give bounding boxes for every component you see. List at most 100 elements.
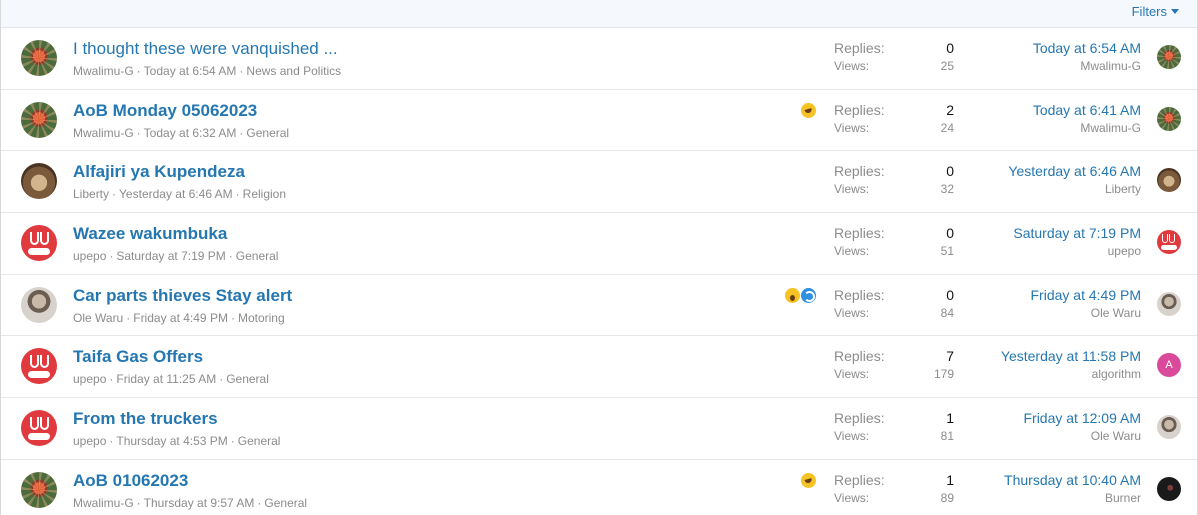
last-post-date-link[interactable]: Saturday at 7:19 PM: [1013, 225, 1141, 241]
thread-title-link[interactable]: AoB 01062023: [73, 471, 188, 491]
author-avatar[interactable]: [21, 348, 57, 385]
thread-start-date[interactable]: Yesterday at 6:46 AM: [119, 187, 233, 201]
thread-forum-link[interactable]: Religion: [243, 187, 286, 201]
last-poster-avatar[interactable]: [1157, 168, 1181, 193]
thread-start-date[interactable]: Friday at 11:25 AM: [116, 372, 216, 386]
meta-separator: ·: [235, 187, 240, 202]
thread-forum-link[interactable]: General: [226, 372, 269, 386]
thread-meta: upepo · Friday at 11:25 AM · General: [73, 372, 269, 386]
laugh-reaction-icon: [801, 472, 816, 488]
last-post-date-link[interactable]: Yesterday at 11:58 PM: [1001, 348, 1141, 364]
replies-label: Replies:: [834, 40, 885, 56]
author-avatar[interactable]: [21, 101, 57, 138]
thread-title-link[interactable]: From the truckers: [73, 409, 218, 429]
last-post-date-link[interactable]: Friday at 12:09 AM: [1023, 410, 1141, 426]
replies-count: 1: [946, 471, 954, 488]
thread-title-link[interactable]: AoB Monday 05062023: [73, 101, 257, 121]
thread-title-link[interactable]: I thought these were vanquished ...: [73, 39, 338, 59]
filters-button[interactable]: Filters: [1132, 4, 1179, 19]
thread-stats: Replies: 0 Views: 25: [834, 39, 954, 77]
thread-forum-link[interactable]: General: [264, 496, 307, 510]
views-stat: Views: 179: [834, 366, 954, 385]
last-poster-avatar[interactable]: [1157, 476, 1181, 501]
thread-forum-link[interactable]: News and Politics: [246, 64, 341, 78]
thread-author-link[interactable]: Ole Waru: [73, 311, 123, 325]
author-avatar[interactable]: [21, 40, 57, 76]
last-post-info: Yesterday at 6:46 AM Liberty: [1008, 162, 1141, 196]
author-avatar[interactable]: [21, 410, 57, 447]
author-avatar[interactable]: [21, 471, 57, 508]
replies-count: 0: [946, 225, 954, 242]
thread-title-link[interactable]: Taifa Gas Offers: [73, 347, 203, 367]
caret-down-icon: [1171, 9, 1179, 14]
last-post-date-link[interactable]: Today at 6:41 AM: [1033, 102, 1141, 118]
thread-meta: upepo · Saturday at 7:19 PM · General: [73, 249, 278, 263]
thread-author-link[interactable]: upepo: [73, 372, 106, 386]
last-poster-avatar[interactable]: A: [1157, 353, 1181, 378]
last-poster-link[interactable]: Ole Waru: [1023, 429, 1141, 443]
last-post-date-link[interactable]: Yesterday at 6:46 AM: [1008, 163, 1141, 179]
last-poster-link[interactable]: upepo: [1013, 244, 1141, 258]
thread-meta: Mwalimu-G · Today at 6:32 AM · General: [73, 126, 289, 140]
meta-separator: ·: [126, 310, 131, 325]
thread-author-link[interactable]: Mwalimu-G: [73, 126, 134, 140]
last-poster-link[interactable]: Liberty: [1008, 182, 1141, 196]
thread-title-link[interactable]: Alfajiri ya Kupendeza: [73, 162, 245, 182]
replies-stat: Replies: 1: [834, 409, 954, 428]
thread-forum-link[interactable]: General: [238, 434, 281, 448]
laugh-reaction-icon: [801, 102, 816, 118]
thread-stats: Replies: 2 Views: 24: [834, 101, 954, 139]
last-poster-avatar[interactable]: [1157, 106, 1181, 131]
last-post-date-link[interactable]: Friday at 4:49 PM: [1031, 287, 1142, 303]
meta-separator: ·: [257, 495, 262, 510]
replies-label: Replies:: [834, 348, 885, 365]
replies-label: Replies:: [834, 163, 885, 180]
views-label: Views:: [834, 120, 870, 135]
author-avatar[interactable]: [21, 286, 57, 323]
last-poster-link[interactable]: Burner: [1004, 491, 1141, 505]
last-poster-avatar[interactable]: [1157, 291, 1181, 316]
views-stat: Views: 24: [834, 120, 954, 139]
thread-author-link[interactable]: Liberty: [73, 187, 109, 201]
meta-separator: ·: [109, 372, 114, 387]
last-poster-link[interactable]: Mwalimu-G: [1033, 59, 1141, 73]
last-post-date-link[interactable]: Today at 6:54 AM: [1033, 40, 1141, 56]
last-poster-link[interactable]: Mwalimu-G: [1033, 121, 1141, 135]
thread-meta: Mwalimu-G · Today at 6:54 AM · News and Poli…: [73, 64, 341, 78]
last-poster-avatar[interactable]: [1157, 45, 1181, 69]
thread-start-date[interactable]: Friday at 4:49 PM: [133, 311, 228, 325]
thread-forum-link[interactable]: General: [246, 126, 289, 140]
thread-author-link[interactable]: upepo: [73, 249, 106, 263]
replies-stat: Replies: 0: [834, 162, 954, 181]
meta-separator: ·: [239, 125, 244, 140]
last-poster-avatar[interactable]: [1157, 415, 1181, 440]
author-avatar[interactable]: [21, 163, 57, 200]
replies-count: 7: [946, 348, 954, 365]
author-avatar[interactable]: [21, 225, 57, 262]
wow-reaction-icon: [785, 287, 800, 303]
thread-meta: Liberty · Yesterday at 6:46 AM · Religion: [73, 187, 286, 201]
thread-row: AoB Monday 05062023 Mwalimu-G · Today at 6:…: [1, 90, 1197, 152]
thread-forum-link[interactable]: General: [236, 249, 279, 263]
thread-start-date[interactable]: Today at 6:32 AM: [144, 126, 237, 140]
last-poster-link[interactable]: algorithm: [1001, 367, 1141, 381]
thread-row: Wazee wakumbuka upepo · Saturday at 7:19 PM…: [1, 213, 1197, 275]
last-post-date-link[interactable]: Thursday at 10:40 AM: [1004, 472, 1141, 488]
views-stat: Views: 51: [834, 243, 954, 262]
last-poster-link[interactable]: Ole Waru: [1031, 306, 1141, 320]
thread-author-link[interactable]: Mwalimu-G: [73, 496, 134, 510]
meta-separator: ·: [219, 372, 224, 387]
thread-title-link[interactable]: Car parts thieves Stay alert: [73, 286, 292, 306]
replies-count: 0: [946, 286, 954, 303]
thread-start-date[interactable]: Thursday at 9:57 AM: [144, 496, 255, 510]
thread-author-link[interactable]: upepo: [73, 434, 106, 448]
last-poster-avatar[interactable]: [1157, 230, 1181, 255]
thread-start-date[interactable]: Thursday at 4:53 PM: [116, 434, 227, 448]
thread-author-link[interactable]: Mwalimu-G: [73, 64, 134, 78]
thread-start-date[interactable]: Saturday at 7:19 PM: [116, 249, 225, 263]
thread-start-date[interactable]: Today at 6:54 AM: [144, 64, 237, 78]
thread-forum-link[interactable]: Motoring: [238, 311, 285, 325]
views-count: 84: [940, 305, 954, 320]
thread-title-link[interactable]: Wazee wakumbuka: [73, 224, 227, 244]
views-label: Views:: [834, 490, 870, 505]
